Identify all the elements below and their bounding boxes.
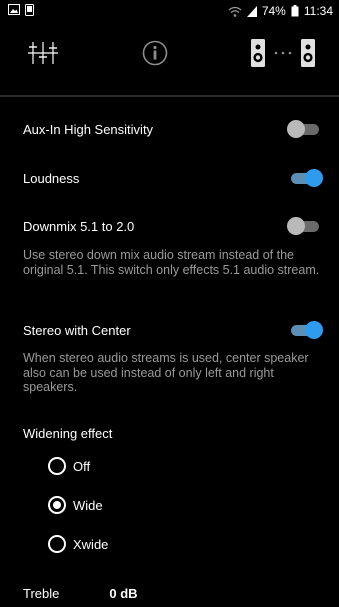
widening-title: Widening effect xyxy=(23,426,113,441)
radio-option-off[interactable]: Off xyxy=(48,457,90,475)
switch-thumb xyxy=(287,120,305,138)
radio-button[interactable] xyxy=(48,496,66,514)
tab-info[interactable] xyxy=(142,40,168,71)
stereo-center-switch[interactable] xyxy=(287,320,323,340)
tab-equalizer[interactable] xyxy=(28,40,58,71)
radio-button[interactable] xyxy=(48,457,66,475)
speakers-icon xyxy=(251,38,315,72)
stereo-center-description: When stereo audio streams is used, cente… xyxy=(23,351,309,394)
tab-speakers[interactable] xyxy=(251,38,315,72)
downmix-description: Use stereo down mix audio stream instead… xyxy=(23,248,320,277)
clock: 11:34 xyxy=(303,4,333,18)
screen: 74% 11:34 Aux-In High Sensitivity Loudne… xyxy=(0,0,339,607)
radio-button[interactable] xyxy=(48,535,66,553)
radio-option-wide[interactable]: Wide xyxy=(48,496,103,514)
top-tab-bar xyxy=(0,22,339,88)
radio-label: Off xyxy=(73,458,91,474)
aux-in-label: Aux-In High Sensitivity xyxy=(23,121,154,137)
treble-label: Treble xyxy=(23,586,60,601)
downmix-switch[interactable] xyxy=(287,216,323,236)
loudness-row[interactable]: Loudness xyxy=(23,168,323,188)
loudness-label: Loudness xyxy=(23,170,80,186)
stereo-center-row[interactable]: Stereo with Center xyxy=(23,320,323,340)
aux-in-switch[interactable] xyxy=(287,119,323,139)
phone-notification-icon xyxy=(25,3,34,19)
tab-divider xyxy=(0,95,339,97)
battery-percent: 74% xyxy=(261,4,286,18)
radio-label: Wide xyxy=(73,497,103,513)
treble-value: 0 dB xyxy=(109,586,138,601)
radio-label: Xwide xyxy=(73,536,109,552)
switch-thumb xyxy=(305,169,323,187)
treble-row[interactable]: Treble 0 dB xyxy=(23,586,138,601)
loudness-switch[interactable] xyxy=(287,168,323,188)
battery-icon xyxy=(291,5,299,17)
downmix-row[interactable]: Downmix 5.1 to 2.0 xyxy=(23,216,323,236)
status-bar: 74% 11:34 xyxy=(0,0,339,22)
signal-icon xyxy=(246,5,257,17)
aux-in-row[interactable]: Aux-In High Sensitivity xyxy=(23,119,323,139)
switch-thumb xyxy=(305,321,323,339)
downmix-label: Downmix 5.1 to 2.0 xyxy=(23,218,135,234)
status-left xyxy=(8,3,34,19)
image-notification-icon xyxy=(8,4,20,18)
info-icon xyxy=(142,40,168,71)
status-right: 74% 11:34 xyxy=(228,4,333,18)
wifi-icon xyxy=(228,6,242,17)
radio-option-xwide[interactable]: Xwide xyxy=(48,535,108,553)
stereo-center-label: Stereo with Center xyxy=(23,322,131,338)
switch-thumb xyxy=(287,217,305,235)
equalizer-sliders-icon xyxy=(28,40,58,71)
